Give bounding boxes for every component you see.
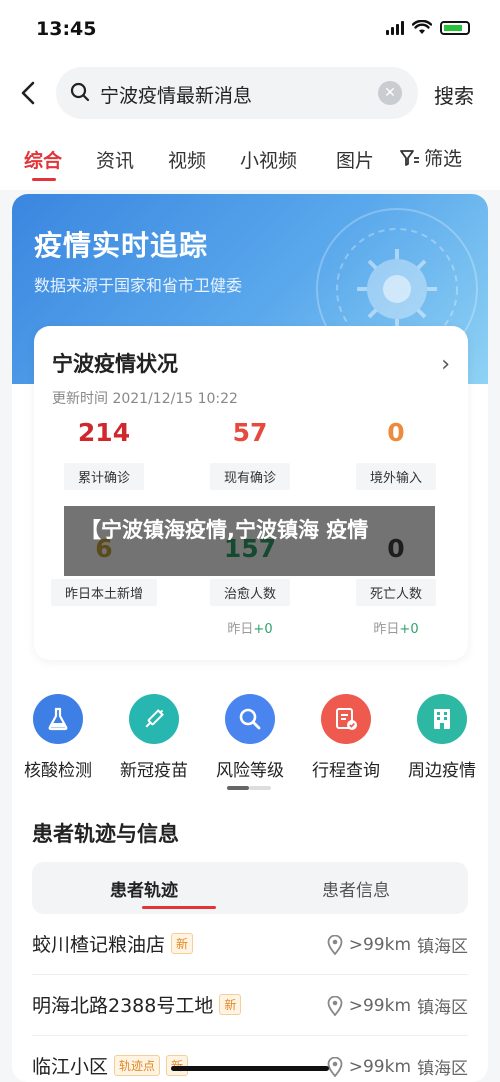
location-district: 镇海区 [417,1059,468,1079]
service-nucleic-test[interactable]: 核酸检测 [10,694,106,781]
tab-video[interactable]: 视频 [168,146,206,173]
tab-short-video[interactable]: 小视频 [240,146,297,173]
service-risk-level[interactable]: 风险等级 [202,694,298,781]
location-pin-icon [327,934,343,955]
service-label: 行程查询 [312,761,380,781]
service-label: 核酸检测 [24,761,92,781]
location-distance: >99km [348,1056,411,1077]
status-time: 13:45 [36,18,97,40]
category-tabs: 综合 资讯 视频 小视频 图片 筛选 [0,126,500,190]
syringe-icon [129,694,179,744]
stat-label: 治愈人数 [209,579,290,606]
service-vaccine[interactable]: 新冠疫苗 [106,694,202,781]
building-icon [417,694,467,744]
stat-value: 57 [232,418,268,447]
search-button[interactable]: 搜索 [434,80,474,109]
banner-text: 【宁波镇海疫情,宁波镇海 疫情 [80,518,369,542]
stat-value: 0 [387,418,405,447]
stat-label: 现有确诊 [209,463,290,490]
carousel-indicator-active [227,786,249,790]
ningbo-stats-panel[interactable]: 宁波疫情状况 › 更新时间 2021/12/15 10:22 214 累计确诊 … [34,326,468,660]
stat-yesterday: 昨日+0 [227,622,273,637]
wifi-icon [412,20,432,34]
service-itinerary[interactable]: 行程查询 [298,694,394,781]
hero-subtitle: 数据来源于国家和省市卫健委 [34,276,243,295]
stat-current: 57 现有确诊 [180,418,320,490]
service-label: 新冠疫苗 [120,761,188,781]
tab-patient-track[interactable]: 患者轨迹 [110,876,178,901]
location-row[interactable]: 临江小区 轨迹点 新 >99km 镇海区 [32,1036,468,1082]
flask-icon [33,694,83,744]
stat-label: 死亡人数 [355,579,436,606]
search-header: 宁波疫情最新消息 ✕ 搜索 [0,60,500,126]
stats-updated: 更新时间 2021/12/15 10:22 [52,391,238,407]
location-pin-icon [327,995,343,1016]
location-district: 镇海区 [417,998,468,1018]
clear-icon[interactable]: ✕ [378,81,402,105]
location-pin-icon [327,1056,343,1077]
location-name: 蛟川楂记粮油店 [32,934,166,956]
stat-label: 境外输入 [355,463,436,490]
status-bar: 13:45 [0,0,500,60]
location-distance: >99km [348,934,411,955]
patient-section-title: 患者轨迹与信息 [32,822,179,846]
filter-button[interactable]: 筛选 [394,144,463,171]
location-district: 镇海区 [417,937,468,957]
filter-icon [400,149,419,166]
tab-active-indicator [32,178,56,181]
location-name: 明海北路2388号工地 [32,995,214,1017]
tab-comprehensive[interactable]: 综合 [24,146,62,173]
stat-label: 昨日本土新增 [50,579,157,606]
service-label: 周边疫情 [408,761,476,781]
stats-title: 宁波疫情状况 [52,352,178,376]
tab-news[interactable]: 资讯 [96,146,134,173]
patient-segmented-control: 患者轨迹 患者信息 [32,862,468,914]
tab-images[interactable]: 图片 [336,146,374,173]
chevron-right-icon[interactable]: › [441,352,450,377]
service-label: 风险等级 [216,761,284,781]
hero-title: 疫情实时追踪 [34,229,209,262]
location-name: 临江小区 [32,1056,109,1078]
tab-patient-info[interactable]: 患者信息 [322,876,390,901]
filter-label: 筛选 [424,148,463,170]
new-tag: 新 [171,933,194,954]
home-indicator[interactable] [171,1066,329,1071]
segment-active-indicator [142,906,216,909]
location-row[interactable]: 蛟川楂记粮油店 新 >99km 镇海区 [32,914,468,974]
search-input[interactable]: 宁波疫情最新消息 ✕ [56,67,418,119]
new-tag: 新 [219,994,242,1015]
track-tag: 轨迹点 [114,1055,161,1076]
status-icons [386,20,470,35]
signal-icon [386,20,404,35]
stat-imported: 0 境外输入 [326,418,466,490]
title-overlay-banner: 【宁波镇海疫情,宁波镇海 疫情 [64,506,435,576]
service-nearby[interactable]: 周边疫情 [394,694,490,781]
itinerary-icon [321,694,371,744]
stat-label: 累计确诊 [63,463,144,490]
magnifier-icon [225,694,275,744]
location-distance: >99km [348,995,411,1016]
carousel-indicator [249,786,271,790]
stat-yesterday: 昨日+0 [373,622,419,637]
stat-value: 214 [77,418,131,447]
search-icon [70,82,90,102]
search-query: 宁波疫情最新消息 [100,85,253,107]
location-row[interactable]: 明海北路2388号工地 新 >99km 镇海区 [32,975,468,1035]
back-arrow-icon[interactable] [18,80,40,106]
stat-cumulative: 214 累计确诊 [34,418,174,490]
battery-icon [440,20,470,35]
